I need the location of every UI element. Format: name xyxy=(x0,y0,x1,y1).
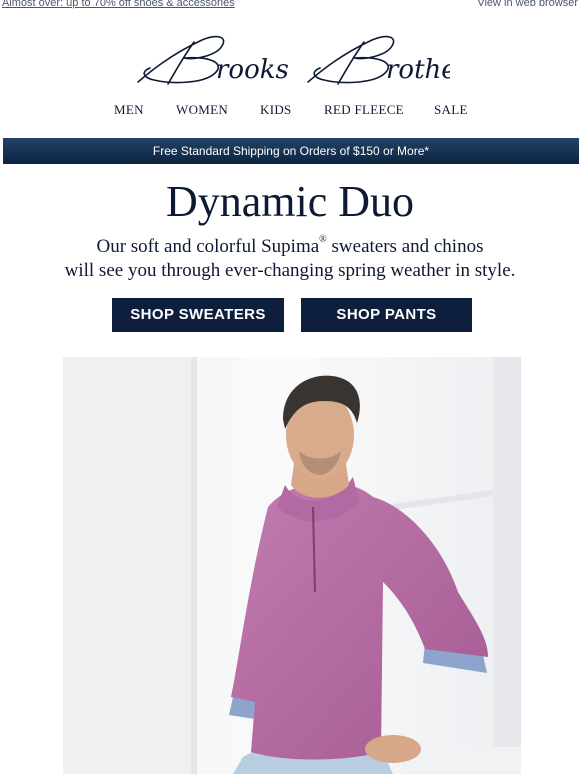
nav-kids[interactable]: KIDS xyxy=(260,102,292,118)
subheadline: Our soft and colorful Supima® sweaters a… xyxy=(30,235,550,283)
subheadline-line1-end: sweaters and chinos xyxy=(326,236,484,257)
logo-mark: rooks rothers xyxy=(137,35,450,85)
promo-link[interactable]: Almost over: up to 70% off shoes & acces… xyxy=(2,0,235,9)
brooks-brothers-logo[interactable]: rooks rothers xyxy=(132,30,450,90)
registered-mark: ® xyxy=(319,234,327,245)
shipping-banner[interactable]: Free Standard Shipping on Orders of $150… xyxy=(3,138,579,164)
view-in-browser-link[interactable]: View in web browser xyxy=(477,0,578,9)
subheadline-line1-start: Our soft and colorful Supima xyxy=(96,236,320,257)
nav-sale[interactable]: SALE xyxy=(434,102,468,118)
nav-women[interactable]: WOMEN xyxy=(176,102,228,118)
hero-image[interactable] xyxy=(63,357,521,774)
hero-photo-illustration xyxy=(63,357,521,774)
shop-pants-button[interactable]: SHOP PANTS xyxy=(301,298,472,332)
nav-men[interactable]: MEN xyxy=(114,102,144,118)
nav-red-fleece[interactable]: RED FLEECE xyxy=(324,102,404,118)
svg-text:rooks: rooks xyxy=(216,55,289,85)
preheader: Almost over: up to 70% off shoes & acces… xyxy=(0,0,580,14)
shop-sweaters-button[interactable]: SHOP SWEATERS xyxy=(112,298,284,332)
headline: Dynamic Duo xyxy=(165,177,415,226)
svg-text:rothers: rothers xyxy=(386,55,450,85)
subheadline-line2: will see you through ever-changing sprin… xyxy=(64,260,516,281)
main-nav: MEN WOMEN KIDS RED FLEECE SALE xyxy=(0,102,580,120)
